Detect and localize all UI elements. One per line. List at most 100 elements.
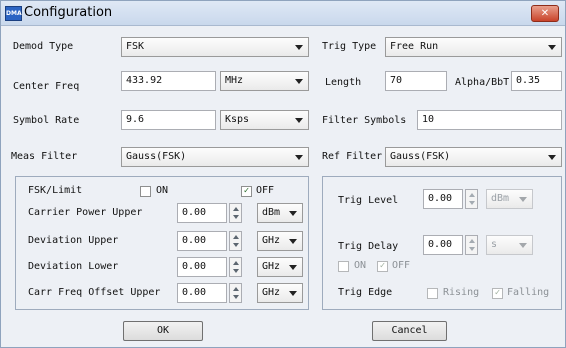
deviation-upper-input[interactable]: 0.00 bbox=[177, 231, 227, 251]
symbol-rate-unit-value: Ksps bbox=[225, 114, 250, 125]
trigger-group: Trig Level 0.00 dBm Trig Delay 0.00 s ON… bbox=[322, 176, 562, 310]
trig-type-label: Trig Type bbox=[322, 41, 377, 52]
center-freq-unit-value: MHz bbox=[225, 75, 244, 86]
spin-up-icon bbox=[233, 207, 239, 211]
chevron-down-icon bbox=[519, 197, 527, 202]
deviation-upper-spinner[interactable] bbox=[229, 231, 242, 251]
trig-delay-on-label: ON bbox=[354, 260, 367, 271]
trig-delay-unit-value: s bbox=[491, 239, 498, 250]
deviation-lower-spinner[interactable] bbox=[229, 257, 242, 277]
trig-delay-spinner[interactable] bbox=[465, 235, 478, 255]
trig-edge-rising-label: Rising bbox=[443, 287, 480, 298]
deviation-lower-input[interactable]: 0.00 bbox=[177, 257, 227, 277]
spin-up-icon bbox=[469, 193, 475, 197]
meas-filter-label: Meas Filter bbox=[11, 151, 78, 162]
trig-type-value: Free Run bbox=[390, 41, 439, 52]
chevron-down-icon bbox=[295, 118, 303, 123]
checkmark-icon: ✓ bbox=[379, 261, 386, 271]
fsk-limit-label: FSK/Limit bbox=[28, 185, 83, 196]
carrier-power-upper-label: Carrier Power Upper bbox=[28, 207, 143, 218]
length-label: Length bbox=[325, 77, 362, 88]
trig-level-spinner[interactable] bbox=[465, 189, 478, 209]
carr-freq-offset-upper-unit-value: GHz bbox=[262, 287, 281, 298]
length-input[interactable]: 70 bbox=[385, 71, 447, 91]
carr-freq-offset-upper-label: Carr Freq Offset Upper bbox=[28, 287, 161, 298]
chevron-down-icon bbox=[295, 45, 303, 50]
deviation-upper-unit-value: GHz bbox=[262, 235, 281, 246]
chevron-down-icon bbox=[295, 155, 303, 160]
deviation-lower-label: Deviation Lower bbox=[28, 261, 119, 272]
center-freq-label: Center Freq bbox=[13, 81, 80, 92]
trig-level-unit-select[interactable]: dBm bbox=[486, 189, 533, 209]
carr-freq-offset-upper-spinner[interactable] bbox=[229, 283, 242, 303]
trig-type-select[interactable]: Free Run bbox=[385, 37, 562, 57]
deviation-lower-unit-select[interactable]: GHz bbox=[257, 257, 303, 277]
trig-level-label: Trig Level bbox=[338, 195, 399, 206]
spin-down-icon bbox=[233, 215, 239, 219]
chevron-down-icon bbox=[548, 155, 556, 160]
spin-up-icon bbox=[233, 235, 239, 239]
trig-level-input[interactable]: 0.00 bbox=[423, 189, 463, 209]
meas-filter-select[interactable]: Gauss(FSK) bbox=[121, 147, 309, 167]
spin-down-icon bbox=[469, 247, 475, 251]
ref-filter-label: Ref Filter bbox=[322, 151, 383, 162]
filter-symbols-input[interactable]: 10 bbox=[417, 110, 562, 130]
fsk-limit-on-label: ON bbox=[156, 185, 169, 196]
spin-down-icon bbox=[233, 269, 239, 273]
carrier-power-upper-unit-value: dBm bbox=[262, 207, 281, 218]
ok-button[interactable]: OK bbox=[123, 321, 203, 341]
cancel-button[interactable]: Cancel bbox=[372, 321, 447, 341]
spin-down-icon bbox=[469, 201, 475, 205]
chevron-down-icon bbox=[548, 45, 556, 50]
chevron-down-icon bbox=[289, 265, 297, 270]
fsk-limit-off-label: OFF bbox=[256, 185, 275, 196]
carr-freq-offset-upper-unit-select[interactable]: GHz bbox=[257, 283, 303, 303]
deviation-upper-unit-select[interactable]: GHz bbox=[257, 231, 303, 251]
trig-delay-unit-select[interactable]: s bbox=[486, 235, 533, 255]
trig-level-unit-value: dBm bbox=[491, 193, 510, 204]
trig-edge-falling-label: Falling bbox=[507, 287, 550, 298]
title-bar[interactable]: DMA Configuration ✕ bbox=[1, 1, 565, 26]
alpha-bbt-input[interactable]: 0.35 bbox=[511, 71, 562, 91]
spin-down-icon bbox=[233, 295, 239, 299]
trig-edge-rising-checkbox[interactable] bbox=[427, 288, 438, 299]
trig-delay-off-checkbox[interactable]: ✓ bbox=[377, 261, 388, 272]
demod-type-value: FSK bbox=[126, 41, 145, 52]
fsk-limit-group: FSK/Limit ON ✓ OFF Carrier Power Upper 0… bbox=[15, 176, 309, 310]
chevron-down-icon bbox=[289, 291, 297, 296]
carrier-power-upper-input[interactable]: 0.00 bbox=[177, 203, 227, 223]
center-freq-unit-select[interactable]: MHz bbox=[220, 71, 309, 91]
spin-up-icon bbox=[233, 261, 239, 265]
fsk-limit-off-checkbox[interactable]: ✓ bbox=[241, 186, 252, 197]
ref-filter-select[interactable]: Gauss(FSK) bbox=[385, 147, 562, 167]
demod-type-select[interactable]: FSK bbox=[121, 37, 309, 57]
window-title: Configuration bbox=[24, 5, 113, 20]
carrier-power-upper-unit-select[interactable]: dBm bbox=[257, 203, 303, 223]
trig-delay-label: Trig Delay bbox=[338, 241, 399, 252]
trig-delay-on-checkbox[interactable] bbox=[338, 261, 349, 272]
checkmark-icon: ✓ bbox=[494, 288, 501, 298]
chevron-down-icon bbox=[295, 79, 303, 84]
close-button[interactable]: ✕ bbox=[531, 5, 559, 22]
carrier-power-upper-spinner[interactable] bbox=[229, 203, 242, 223]
app-icon: DMA bbox=[5, 6, 22, 21]
symbol-rate-input[interactable]: 9.6 bbox=[121, 110, 216, 130]
symbol-rate-unit-select[interactable]: Ksps bbox=[220, 110, 309, 130]
spin-up-icon bbox=[233, 287, 239, 291]
chevron-down-icon bbox=[289, 239, 297, 244]
deviation-upper-label: Deviation Upper bbox=[28, 235, 119, 246]
spin-down-icon bbox=[233, 243, 239, 247]
demod-type-label: Demod Type bbox=[13, 41, 74, 52]
trig-delay-input[interactable]: 0.00 bbox=[423, 235, 463, 255]
chevron-down-icon bbox=[519, 243, 527, 248]
fsk-limit-on-checkbox[interactable] bbox=[140, 186, 151, 197]
configuration-dialog: DMA Configuration ✕ Demod Type FSK Trig … bbox=[0, 0, 566, 348]
deviation-lower-unit-value: GHz bbox=[262, 261, 281, 272]
trig-edge-label: Trig Edge bbox=[338, 287, 393, 298]
center-freq-input[interactable]: 433.92 bbox=[121, 71, 216, 91]
carr-freq-offset-upper-input[interactable]: 0.00 bbox=[177, 283, 227, 303]
close-icon: ✕ bbox=[540, 8, 550, 19]
symbol-rate-label: Symbol Rate bbox=[13, 115, 80, 126]
trig-edge-falling-checkbox[interactable]: ✓ bbox=[492, 288, 503, 299]
filter-symbols-label: Filter Symbols bbox=[322, 115, 407, 126]
